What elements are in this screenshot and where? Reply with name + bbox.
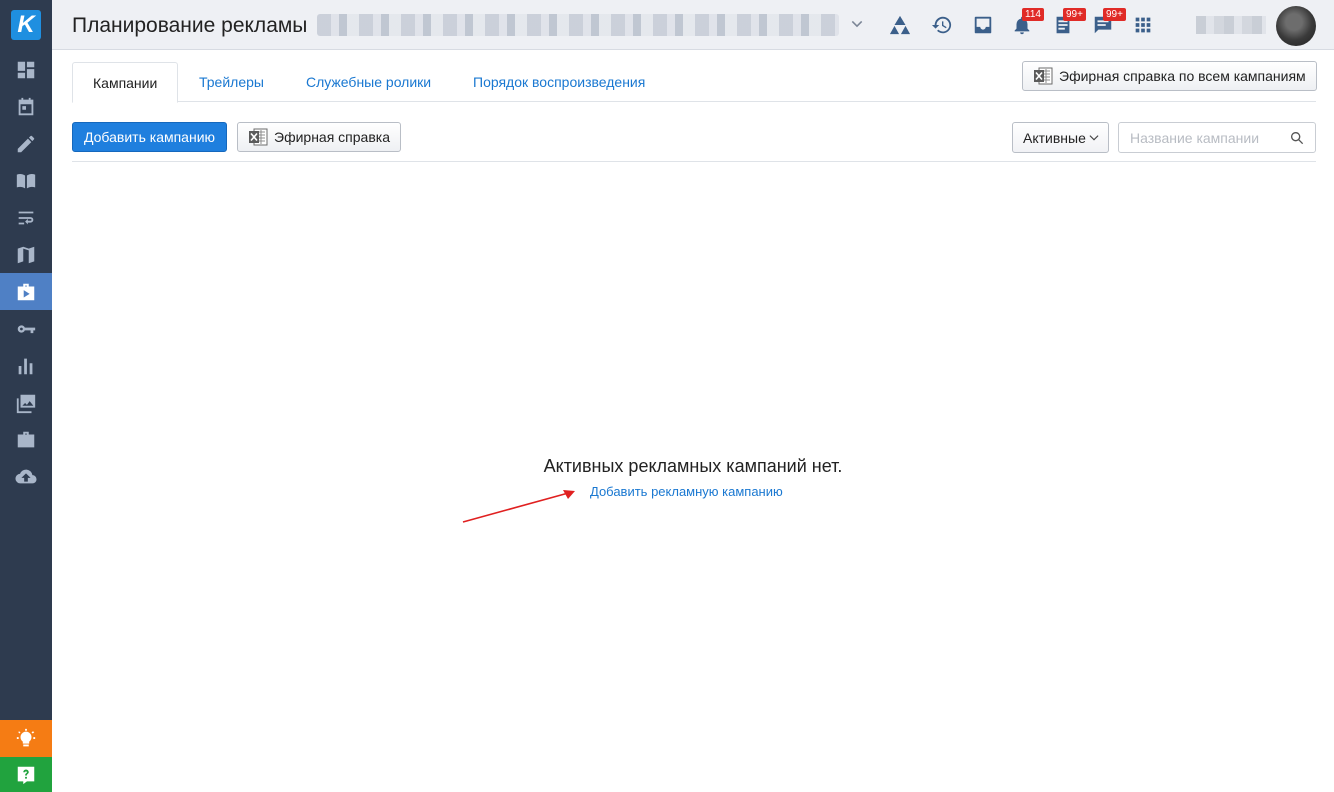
advertising-icon — [17, 283, 35, 300]
redacted-user-name — [1196, 16, 1266, 34]
page-title: Планирование рекламы — [72, 14, 308, 37]
inbox-icon — [974, 16, 992, 34]
gallery-icon — [16, 394, 36, 413]
tab-service-clips[interactable]: Служебные ролики — [286, 62, 451, 102]
all-campaigns-report-button[interactable]: Эфирная справка по всем кампаниям — [1022, 61, 1317, 91]
chevron-down-icon — [851, 20, 863, 28]
logo[interactable]: K — [0, 0, 52, 50]
sidebar-item-portfolio[interactable] — [0, 421, 52, 458]
search-button[interactable] — [1289, 130, 1305, 146]
status-filter-select[interactable]: Активные — [1012, 122, 1109, 153]
sidebar-item-advertising[interactable] — [0, 273, 52, 310]
sidebar: K — [0, 0, 52, 792]
tab-trailers[interactable]: Трейлеры — [179, 62, 284, 102]
cinema-selector-toggle[interactable] — [848, 16, 866, 34]
status-filter-value: Активные — [1023, 129, 1086, 146]
add-ad-campaign-link[interactable]: Добавить рекламную кампанию — [590, 484, 783, 499]
annotation-arrow-icon — [462, 490, 575, 523]
book-icon — [16, 173, 36, 188]
toolbar-divider — [72, 161, 1316, 162]
history-button[interactable] — [930, 13, 954, 37]
sidebar-item-schedule[interactable] — [0, 199, 52, 236]
sidebar-help-button[interactable] — [0, 757, 52, 792]
excel-icon — [249, 128, 268, 146]
sidebar-item-stats[interactable] — [0, 347, 52, 384]
avatar[interactable] — [1276, 6, 1316, 46]
pencil-icon — [17, 135, 35, 152]
sidebar-item-keys[interactable] — [0, 310, 52, 347]
all-campaigns-report-label: Эфирная справка по всем кампаниям — [1059, 68, 1306, 84]
top-header: Планирование рекламы 114 99+ 99+ — [52, 0, 1334, 50]
bar-chart-icon — [18, 358, 33, 374]
tasks-button[interactable]: 99+ — [1051, 8, 1086, 37]
sidebar-item-gallery[interactable] — [0, 384, 52, 421]
sidebar-tips-button[interactable] — [0, 720, 52, 757]
messages-badge: 99+ — [1103, 8, 1126, 21]
sidebar-item-dashboard[interactable] — [0, 51, 52, 88]
logo-k-icon: K — [11, 10, 41, 40]
tab-playback-order[interactable]: Порядок воспроизведения — [453, 62, 665, 102]
redacted-cinema-name — [317, 14, 839, 36]
map-icon — [17, 246, 35, 263]
add-campaign-button[interactable]: Добавить кампанию — [72, 122, 228, 152]
campaign-search-input[interactable] — [1119, 123, 1285, 152]
briefcase-icon — [17, 431, 35, 447]
apps-menu-button[interactable] — [1131, 13, 1155, 37]
inbox-button[interactable] — [971, 13, 995, 37]
lightbulb-icon — [16, 728, 36, 746]
history-icon — [931, 16, 952, 34]
sidebar-item-map[interactable] — [0, 236, 52, 273]
calendar-icon — [18, 97, 34, 115]
apps-grid-icon — [1135, 17, 1151, 33]
triangles-icon — [889, 15, 911, 35]
air-report-button[interactable]: Эфирная справка — [237, 122, 401, 152]
air-report-label: Эфирная справка — [274, 129, 390, 145]
wrap-text-icon — [18, 211, 34, 224]
messages-button[interactable]: 99+ — [1091, 8, 1126, 37]
campaign-search — [1118, 122, 1316, 153]
chevron-down-icon — [1089, 135, 1099, 141]
notifications-button[interactable]: 114 — [1010, 8, 1044, 37]
dashboard-icon — [17, 61, 35, 78]
notifications-badge: 114 — [1022, 8, 1044, 21]
tab-campaigns[interactable]: Кампании — [72, 62, 179, 103]
sidebar-item-calendar[interactable] — [0, 88, 52, 125]
excel-icon — [1034, 67, 1053, 85]
triangles-button[interactable] — [888, 13, 912, 37]
key-icon — [17, 324, 36, 333]
tasks-badge: 99+ — [1063, 8, 1086, 21]
sidebar-item-library[interactable] — [0, 162, 52, 199]
sidebar-item-edit[interactable] — [0, 125, 52, 162]
search-icon — [1291, 132, 1304, 145]
help-icon — [17, 766, 35, 784]
empty-state-message: Активных рекламных кампаний нет. — [543, 456, 843, 476]
